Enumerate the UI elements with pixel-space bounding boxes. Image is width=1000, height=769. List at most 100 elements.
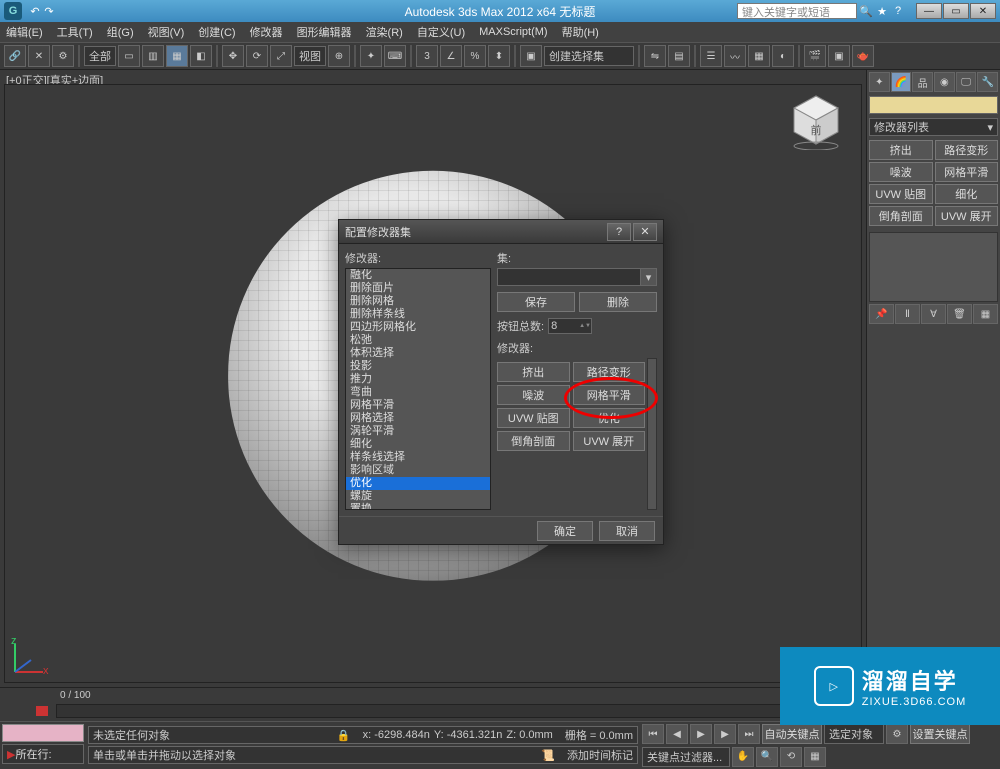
- close-button[interactable]: ✕: [970, 3, 996, 19]
- select-icon[interactable]: ▭: [118, 45, 140, 67]
- modifiers-listbox[interactable]: 融化删除面片删除网格删除样条线四边形网格化松弛体积选择投影推力弯曲网格平滑网格选…: [345, 268, 491, 510]
- maximize-button[interactable]: ▭: [943, 3, 969, 19]
- grid-scrollbar[interactable]: [647, 358, 657, 510]
- menu-graph-editors[interactable]: 图形编辑器: [297, 24, 352, 40]
- list-item[interactable]: 删除样条线: [346, 308, 490, 321]
- help-search-input[interactable]: 键入关键字或短语: [737, 3, 857, 19]
- menu-group[interactable]: 组(G): [107, 24, 134, 40]
- dialog-help-button[interactable]: ?: [607, 223, 631, 241]
- menu-maxscript[interactable]: MAXScript(M): [479, 26, 547, 38]
- move-icon[interactable]: ✥: [222, 45, 244, 67]
- pivot-icon[interactable]: ⊕: [328, 45, 350, 67]
- dialog-close-button[interactable]: ✕: [633, 223, 657, 241]
- utilities-tab-icon[interactable]: 🔧: [977, 72, 998, 92]
- set-btn-meshsmooth[interactable]: 网格平滑: [573, 385, 646, 405]
- modify-tab-icon[interactable]: 🌈: [891, 72, 912, 92]
- mod-bevelprofile[interactable]: 倒角剖面: [869, 206, 933, 226]
- sets-combobox[interactable]: ▾: [497, 268, 657, 286]
- list-item[interactable]: 样条线选择: [346, 451, 490, 464]
- prev-frame-icon[interactable]: ◀: [666, 724, 688, 744]
- list-item[interactable]: 影响区域: [346, 464, 490, 477]
- mod-noise[interactable]: 噪波: [869, 162, 933, 182]
- status-color-swatch[interactable]: [2, 724, 84, 742]
- pan-icon[interactable]: ✋: [732, 747, 754, 767]
- list-item[interactable]: 删除面片: [346, 282, 490, 295]
- mod-pathdeform[interactable]: 路径变形: [935, 140, 999, 160]
- mod-uvwunwrap[interactable]: UVW 展开: [935, 206, 999, 226]
- render-frame-icon[interactable]: ▣: [828, 45, 850, 67]
- unlink-icon[interactable]: ✕: [28, 45, 50, 67]
- list-item[interactable]: 弯曲: [346, 386, 490, 399]
- list-item[interactable]: 体积选择: [346, 347, 490, 360]
- angle-snap-icon[interactable]: ∠: [440, 45, 462, 67]
- list-item[interactable]: 网格平滑: [346, 399, 490, 412]
- button-total-spinner[interactable]: 8 ▲▼: [548, 318, 592, 334]
- mod-tessellate[interactable]: 细化: [935, 184, 999, 204]
- curve-editor-icon[interactable]: 〰: [724, 45, 746, 67]
- lock-icon[interactable]: 🔒: [337, 729, 351, 742]
- manipulate-icon[interactable]: ✦: [360, 45, 382, 67]
- snap-icon[interactable]: 3: [416, 45, 438, 67]
- menu-render[interactable]: 渲染(R): [366, 24, 403, 40]
- menu-modifiers[interactable]: 修改器: [250, 24, 283, 40]
- mod-meshsmooth[interactable]: 网格平滑: [935, 162, 999, 182]
- maximize-viewport-icon[interactable]: ▦: [804, 747, 826, 767]
- time-config-icon[interactable]: ⚙: [886, 724, 908, 744]
- list-item[interactable]: 螺旋: [346, 490, 490, 503]
- timeline-start-marker[interactable]: [36, 706, 48, 716]
- set-btn-uvwmap[interactable]: UVW 贴图: [497, 408, 570, 428]
- redo-icon[interactable]: ↷: [42, 4, 56, 18]
- show-end-result-icon[interactable]: Ⅱ: [895, 304, 920, 324]
- goto-end-icon[interactable]: ⏭: [738, 724, 760, 744]
- selection-filter[interactable]: 全部: [84, 46, 116, 66]
- list-item[interactable]: 删除网格: [346, 295, 490, 308]
- menu-view[interactable]: 视图(V): [148, 24, 185, 40]
- delete-set-button[interactable]: 删除: [579, 292, 657, 312]
- display-tab-icon[interactable]: 🖵: [956, 72, 977, 92]
- set-btn-noise[interactable]: 噪波: [497, 385, 570, 405]
- list-item[interactable]: 涡轮平滑: [346, 425, 490, 438]
- modifier-stack[interactable]: [869, 232, 998, 302]
- ref-coord-dropdown[interactable]: 视图: [294, 46, 326, 66]
- goto-start-icon[interactable]: ⏮: [642, 724, 664, 744]
- menu-create[interactable]: 创建(C): [198, 24, 235, 40]
- make-unique-icon[interactable]: ∀: [921, 304, 946, 324]
- undo-icon[interactable]: ↶: [28, 4, 42, 18]
- list-item[interactable]: 松弛: [346, 334, 490, 347]
- menu-edit[interactable]: 编辑(E): [6, 24, 43, 40]
- named-selection-icon[interactable]: ▣: [520, 45, 542, 67]
- spinner-snap-icon[interactable]: ⬍: [488, 45, 510, 67]
- view-cube-icon[interactable]: 前: [786, 90, 846, 150]
- select-region-icon[interactable]: ▦: [166, 45, 188, 67]
- align-icon[interactable]: ▤: [668, 45, 690, 67]
- modifier-list-dropdown[interactable]: 修改器列表 ▾: [869, 118, 998, 136]
- orbit-icon[interactable]: ⟲: [780, 747, 802, 767]
- layers-icon[interactable]: ☰: [700, 45, 722, 67]
- list-item[interactable]: 投影: [346, 360, 490, 373]
- rotate-icon[interactable]: ⟳: [246, 45, 268, 67]
- schematic-icon[interactable]: ▦: [748, 45, 770, 67]
- zoom-icon[interactable]: 🔍: [756, 747, 778, 767]
- link-icon[interactable]: 🔗: [4, 45, 26, 67]
- set-btn-optimize[interactable]: 优化: [573, 408, 646, 428]
- auto-key-button[interactable]: 自动关键点: [762, 724, 822, 744]
- mirror-icon[interactable]: ⇋: [644, 45, 666, 67]
- mod-uvwmap[interactable]: UVW 贴图: [869, 184, 933, 204]
- coord-x[interactable]: x: -6298.484n: [363, 729, 430, 741]
- create-tab-icon[interactable]: ✦: [869, 72, 890, 92]
- list-item[interactable]: 细化: [346, 438, 490, 451]
- configure-sets-icon[interactable]: ▦: [973, 304, 998, 324]
- script-icon[interactable]: 📜: [541, 749, 555, 762]
- set-btn-uvwunwrap[interactable]: UVW 展开: [573, 431, 646, 451]
- list-item[interactable]: 置换: [346, 503, 490, 510]
- set-btn-extrude[interactable]: 挤出: [497, 362, 570, 382]
- minimize-button[interactable]: —: [916, 3, 942, 19]
- named-selection-dropdown[interactable]: 创建选择集: [544, 46, 634, 66]
- help-icon[interactable]: ?: [891, 4, 905, 18]
- next-frame-icon[interactable]: ▶: [714, 724, 736, 744]
- dialog-ok-button[interactable]: 确定: [537, 521, 593, 541]
- motion-tab-icon[interactable]: ◉: [934, 72, 955, 92]
- select-name-icon[interactable]: ▥: [142, 45, 164, 67]
- key-filters-dropdown[interactable]: 关键点过滤器...: [642, 747, 730, 767]
- coord-z[interactable]: Z: 0.0mm: [506, 729, 552, 741]
